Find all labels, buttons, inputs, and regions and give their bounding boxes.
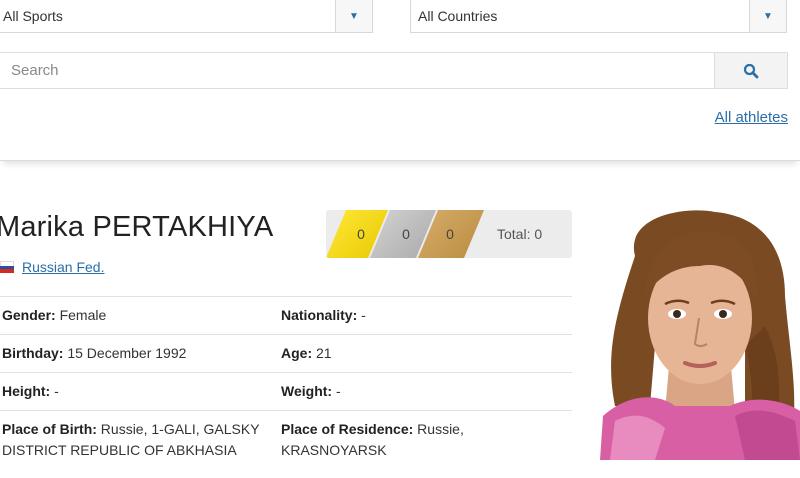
medal-count: 0 0 0 Total: 0 xyxy=(326,210,572,258)
russia-flag-icon xyxy=(0,261,14,274)
residence-label: Place of Residence: xyxy=(281,421,414,437)
nationality-value: - xyxy=(361,307,366,323)
birthday-field: Birthday: 15 December 1992 xyxy=(0,334,279,373)
age-value: 21 xyxy=(316,345,332,361)
countries-select[interactable]: All Countries ▼ xyxy=(410,0,787,33)
gender-value: Female xyxy=(59,307,107,323)
table-row: Place of Birth: Russie, 1-GALI, GALSKY D… xyxy=(0,410,572,469)
height-label: Height: xyxy=(2,383,51,399)
age-field: Age: 21 xyxy=(279,334,572,373)
medal-total: Total: 0 xyxy=(497,226,543,242)
athlete-name: Marika PERTAKHIYA xyxy=(0,211,274,243)
weight-label: Weight: xyxy=(281,383,333,399)
all-athletes-link[interactable]: All athletes xyxy=(715,109,788,126)
nationality-field: Nationality: - xyxy=(279,296,572,335)
chevron-down-icon[interactable]: ▼ xyxy=(335,0,372,32)
height-value: - xyxy=(54,383,59,399)
countries-select-value: All Countries xyxy=(418,8,498,24)
birthplace-label: Place of Birth: xyxy=(2,421,97,437)
search-button[interactable] xyxy=(714,53,787,88)
country-link[interactable]: Russian Fed. xyxy=(22,259,104,275)
search-icon xyxy=(743,63,759,78)
table-row: Birthday: 15 December 1992 Age: 21 xyxy=(0,334,572,373)
table-row: Height: - Weight: - xyxy=(0,372,572,411)
athlete-portrait xyxy=(595,206,800,460)
chevron-down-icon[interactable]: ▼ xyxy=(749,0,786,32)
filter-panel: All Sports ▼ All Countries ▼ All athlete… xyxy=(0,0,800,161)
search-input[interactable] xyxy=(0,53,714,88)
sports-select[interactable]: All Sports ▼ xyxy=(0,0,373,33)
birthplace-field: Place of Birth: Russie, 1-GALI, GALSKY D… xyxy=(0,410,279,469)
gender-label: Gender: xyxy=(2,307,56,323)
gender-field: Gender: Female xyxy=(0,296,279,335)
residence-field: Place of Residence: Russie, KRASNOYARSK xyxy=(279,410,572,469)
athlete-photo xyxy=(595,206,800,460)
birthday-label: Birthday: xyxy=(2,345,64,361)
nationality-label: Nationality: xyxy=(281,307,358,323)
weight-field: Weight: - xyxy=(279,372,572,411)
age-label: Age: xyxy=(281,345,313,361)
country-row: Russian Fed. xyxy=(0,259,104,275)
table-row: Gender: Female Nationality: - xyxy=(0,296,572,335)
weight-value: - xyxy=(335,383,341,399)
sports-select-value: All Sports xyxy=(3,8,63,24)
athlete-info-table: Gender: Female Nationality: - Birthday: … xyxy=(0,296,572,469)
height-field: Height: - xyxy=(0,372,279,411)
birthday-value: 15 December 1992 xyxy=(67,345,187,361)
search-bar xyxy=(0,52,788,89)
